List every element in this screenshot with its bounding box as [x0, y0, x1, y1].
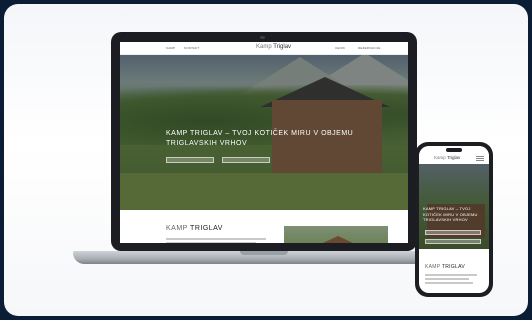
logo-prefix: Kamp — [256, 44, 272, 50]
logo-name: Triglav — [446, 155, 461, 160]
phone-hero-button-primary[interactable] — [425, 230, 481, 235]
hero-title: KAMP TRIGLAV – TVOJ KOTIČEK MIRU V OBJEM… — [166, 130, 354, 147]
nav-link-kamp[interactable]: KAMP — [166, 46, 175, 50]
house-roof — [308, 236, 368, 243]
hero-button-primary[interactable] — [166, 157, 214, 163]
phone-screen: Kamp Triglav KAMP TRIGLAV – TVOJ KOTIČEK… — [419, 146, 489, 293]
phone-speaker — [446, 148, 462, 152]
text-line — [166, 238, 266, 240]
laptop-notch — [240, 251, 288, 255]
page-background: KAMP KONTAKT Kamp Triglav CENIK REZERVAC… — [0, 0, 532, 320]
hero-button-secondary[interactable] — [222, 157, 270, 163]
text-line — [425, 274, 477, 276]
hero-banner: KAMP TRIGLAV – TVOJ KOTIČEK MIRU V OBJEM… — [120, 55, 408, 210]
logo-prefix: Kamp — [434, 155, 446, 160]
nav-link-kontakt[interactable]: KONTAKT — [184, 46, 199, 50]
about-title-name: TRIGLAV — [441, 264, 466, 270]
about-title-prefix: KAMP — [425, 264, 441, 270]
about-title-name: TRIGLAV — [190, 225, 223, 232]
nav-link-rezervacije[interactable]: REZERVACIJE — [358, 46, 381, 50]
phone-hero-title: KAMP TRIGLAV – TVOJ KOTIČEK MIRU V OBJEM… — [423, 206, 478, 222]
about-title-prefix: KAMP — [166, 225, 188, 232]
text-line — [425, 278, 469, 280]
about-photo — [284, 226, 388, 243]
laptop-camera — [260, 36, 265, 39]
laptop-screen: KAMP KONTAKT Kamp Triglav CENIK REZERVAC… — [120, 42, 408, 243]
text-line — [166, 242, 256, 243]
phone-hero-button-secondary[interactable] — [425, 239, 481, 244]
phone-hero: KAMP TRIGLAV – TVOJ KOTIČEK MIRU V OBJEM… — [419, 164, 489, 249]
hamburger-menu-icon[interactable] — [476, 156, 484, 157]
about-section: KAMP TRIGLAV — [120, 210, 408, 243]
text-line — [425, 282, 473, 284]
nav-link-cenik[interactable]: CENIK — [335, 46, 345, 50]
phone-about-title: KAMP TRIGLAV — [425, 264, 465, 270]
about-title: KAMP TRIGLAV — [166, 225, 223, 232]
logo-name: Triglav — [273, 44, 292, 50]
site-navbar: KAMP KONTAKT Kamp Triglav CENIK REZERVAC… — [120, 42, 408, 55]
site-logo[interactable]: Kamp Triglav — [256, 44, 291, 50]
phone-logo[interactable]: Kamp Triglav — [434, 155, 460, 160]
